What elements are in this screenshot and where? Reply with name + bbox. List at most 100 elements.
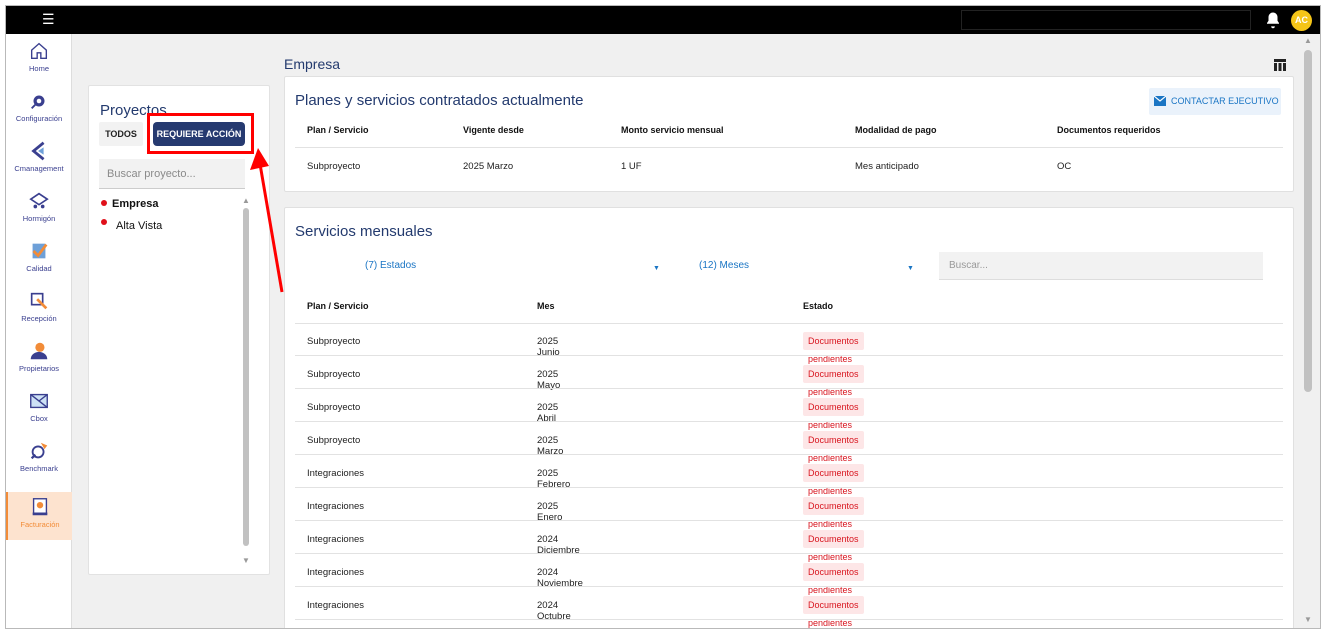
status-badge: Documentos pendientes <box>803 497 864 529</box>
sidebar-item-label: Propietarios <box>18 364 60 373</box>
gear-icon <box>31 95 45 109</box>
chevron-down-icon: ▼ <box>907 265 914 272</box>
sidebar-item-calidad[interactable]: Calidad <box>6 236 72 284</box>
contact-executive-button[interactable]: CONTACTAR EJECUTIVO <box>1149 88 1281 115</box>
table-cell: Subproyecto <box>307 161 361 172</box>
divider <box>295 553 1283 554</box>
sidebar-item-label: Calidad <box>26 264 52 273</box>
divider <box>295 520 1283 521</box>
user-avatar[interactable]: AC <box>1291 10 1312 31</box>
column-header: Plan / Servicio <box>307 301 369 311</box>
home-icon <box>30 42 48 60</box>
scroll-up-arrow-icon[interactable]: ▲ <box>1304 36 1312 45</box>
status-badge: Documentos pendientes <box>803 563 864 595</box>
app-window: ☰ AC Home Configuración Cmanagement Horm… <box>5 5 1321 629</box>
benchmark-icon <box>30 442 48 460</box>
table-cell: Integraciones <box>307 501 365 512</box>
monthly-title: Servicios mensuales <box>295 223 433 240</box>
scroll-down-arrow-icon[interactable]: ▼ <box>242 556 250 565</box>
project-item-label: Empresa <box>112 198 159 210</box>
sidebar-item-label: Facturación <box>20 520 60 529</box>
divider <box>295 421 1283 422</box>
months-filter-dropdown[interactable]: (12) Meses ▼ <box>699 260 919 282</box>
divider <box>295 323 1283 324</box>
table-cell: Integraciones <box>307 468 365 479</box>
column-header: Mes <box>537 301 555 311</box>
main-scrollbar[interactable] <box>1304 50 1312 392</box>
sidebar-item-label: Benchmark <box>20 464 58 473</box>
topbar-search-field[interactable] <box>961 10 1251 30</box>
column-header: Modalidad de pago <box>855 125 937 135</box>
status-badge: Documentos pendientes <box>803 596 864 628</box>
table-cell: Subproyecto <box>307 402 361 413</box>
divider <box>295 147 1283 148</box>
status-badge: Documentos pendientes <box>803 431 864 463</box>
divider <box>295 454 1283 455</box>
project-item-empresa[interactable]: Empresa <box>101 198 158 210</box>
cmanagement-icon <box>31 141 45 161</box>
divider <box>295 355 1283 356</box>
status-badge: Documentos pendientes <box>803 365 864 397</box>
sidebar-item-propietarios[interactable]: Propietarios <box>6 336 72 384</box>
sidebar-item-cbox[interactable]: Cbox <box>6 386 72 434</box>
status-badge: Documentos pendientes <box>803 530 864 562</box>
column-header: Plan / Servicio <box>307 125 369 135</box>
projects-panel: Proyectos TODOS REQUIERE ACCIÓN Buscar p… <box>88 85 270 575</box>
column-header: Vigente desde <box>463 125 524 135</box>
table-cell: 1 UF <box>621 161 642 172</box>
sidebar-item-configuracion[interactable]: Configuración <box>6 86 72 134</box>
facturacion-icon <box>32 498 48 516</box>
table-cell: OC <box>1057 161 1072 172</box>
page-title: Empresa <box>284 56 341 72</box>
plans-title: Planes y servicios contratados actualmen… <box>295 92 584 109</box>
contact-executive-label: CONTACTAR EJECUTIVO <box>1171 96 1279 106</box>
sidebar-item-label: Hormigón <box>22 214 56 223</box>
column-header: Estado <box>803 301 834 311</box>
sidebar-item-label: Cmanagement <box>14 164 64 173</box>
hamburger-menu-icon[interactable]: ☰ <box>42 12 56 26</box>
sidebar-item-home[interactable]: Home <box>6 36 72 84</box>
months-filter-label: (12) Meses <box>699 260 750 271</box>
table-view-icon[interactable] <box>1274 59 1286 71</box>
all-projects-button[interactable]: TODOS <box>99 122 143 146</box>
sidebar-item-facturacion[interactable]: Facturación <box>6 492 72 540</box>
sidebar: Home Configuración Cmanagement Hormigón … <box>6 34 72 628</box>
chevron-down-icon: ▼ <box>653 265 660 272</box>
propietarios-icon <box>30 342 48 360</box>
sidebar-item-label: Home <box>28 64 49 73</box>
annotation-highlight-box <box>147 113 254 154</box>
table-cell: Integraciones <box>307 534 365 545</box>
project-item-label: Alta Vista <box>116 220 163 232</box>
cbox-icon <box>30 393 48 409</box>
bell-icon[interactable] <box>1264 11 1282 29</box>
calidad-icon <box>32 243 48 259</box>
services-search-input[interactable]: Buscar... <box>939 252 1263 280</box>
column-header: Monto servicio mensual <box>621 125 724 135</box>
states-filter-label: (7) Estados <box>365 260 417 271</box>
status-badge: Documentos pendientes <box>803 464 864 496</box>
sidebar-item-recepcion[interactable]: Recepción <box>6 286 72 334</box>
sidebar-item-label: Configuración <box>15 114 63 123</box>
sidebar-item-label: Recepción <box>21 314 57 323</box>
project-search-input[interactable]: Buscar proyecto... <box>99 159 245 189</box>
table-cell: Subproyecto <box>307 369 361 380</box>
table-cell: Integraciones <box>307 567 365 578</box>
states-filter-dropdown[interactable]: (7) Estados ▼ <box>365 260 665 282</box>
top-bar: ☰ AC <box>6 6 1320 34</box>
status-dot <box>101 200 107 207</box>
status-dot <box>101 219 107 226</box>
table-cell: Mes anticipado <box>855 161 919 172</box>
divider <box>295 619 1283 620</box>
scroll-down-arrow-icon[interactable]: ▼ <box>1304 615 1312 624</box>
project-item-alta-vista[interactable]: Alta Vista <box>101 219 163 232</box>
status-badge: Documentos pendientes <box>803 398 864 430</box>
table-cell: 2025 Marzo <box>463 161 514 172</box>
column-header: Documentos requeridos <box>1057 125 1161 135</box>
status-badge: Documentos pendientes <box>803 332 864 364</box>
monthly-services-card: Servicios mensuales (7) Estados ▼ (12) M… <box>284 207 1294 628</box>
sidebar-item-hormigon[interactable]: Hormigón <box>6 186 72 234</box>
sidebar-item-benchmark[interactable]: Benchmark <box>6 436 72 484</box>
recepcion-icon <box>30 292 48 310</box>
table-cell: Subproyecto <box>307 435 361 446</box>
sidebar-item-cmanagement[interactable]: Cmanagement <box>6 136 72 184</box>
